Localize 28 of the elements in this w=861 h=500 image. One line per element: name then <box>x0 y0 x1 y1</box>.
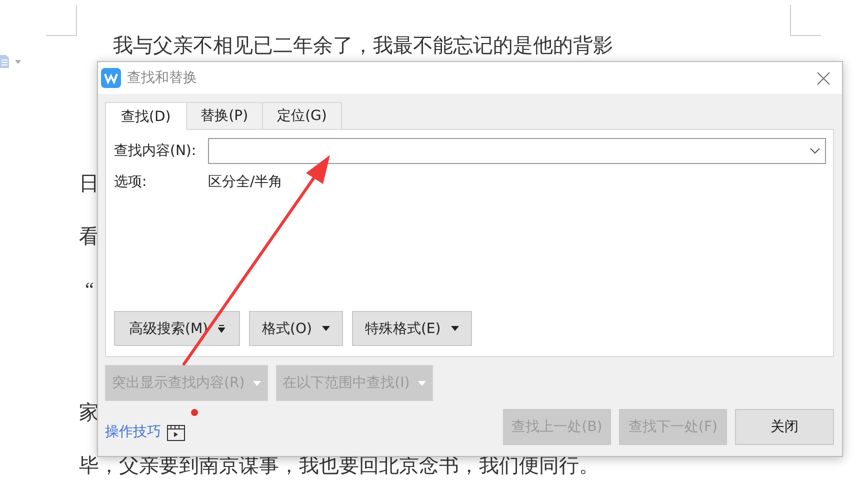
page-corner-mark <box>790 5 821 36</box>
document-text: “ <box>85 278 94 303</box>
caret-icon[interactable] <box>15 60 21 64</box>
find-label: 查找内容(N): <box>114 142 198 160</box>
caret-icon <box>252 380 261 386</box>
double-caret-icon <box>218 324 226 332</box>
tab[interactable]: 查找(D) <box>105 102 187 130</box>
caret-icon <box>322 326 330 331</box>
options-value: 区分全/半角 <box>208 173 283 191</box>
button[interactable]: 关闭 <box>735 409 834 445</box>
dropdown-button[interactable]: 格式(O) <box>249 311 343 346</box>
document-text: 家 <box>79 401 99 426</box>
page-corner-mark <box>46 5 77 36</box>
dropdown-button[interactable]: 特殊格式(E) <box>352 311 472 346</box>
close-icon[interactable] <box>817 72 830 84</box>
window-title: 查找和替换 <box>127 69 197 87</box>
caret-icon <box>450 326 459 331</box>
document-text: 日 <box>79 172 99 197</box>
tips-link[interactable]: 操作技巧 <box>105 423 161 441</box>
options-label: 选项: <box>114 173 148 191</box>
video-icon[interactable] <box>167 425 185 441</box>
app-logo-icon <box>101 68 121 88</box>
caret-icon <box>418 380 426 386</box>
find-input-field[interactable] <box>208 138 826 164</box>
document-text: 看 <box>79 225 99 250</box>
document-text: 我与父亲不相见已二年余了，我最不能忘记的是他的背影 <box>113 34 613 59</box>
tab[interactable]: 定位(G) <box>262 102 342 129</box>
chevron-icon[interactable] <box>810 148 820 154</box>
